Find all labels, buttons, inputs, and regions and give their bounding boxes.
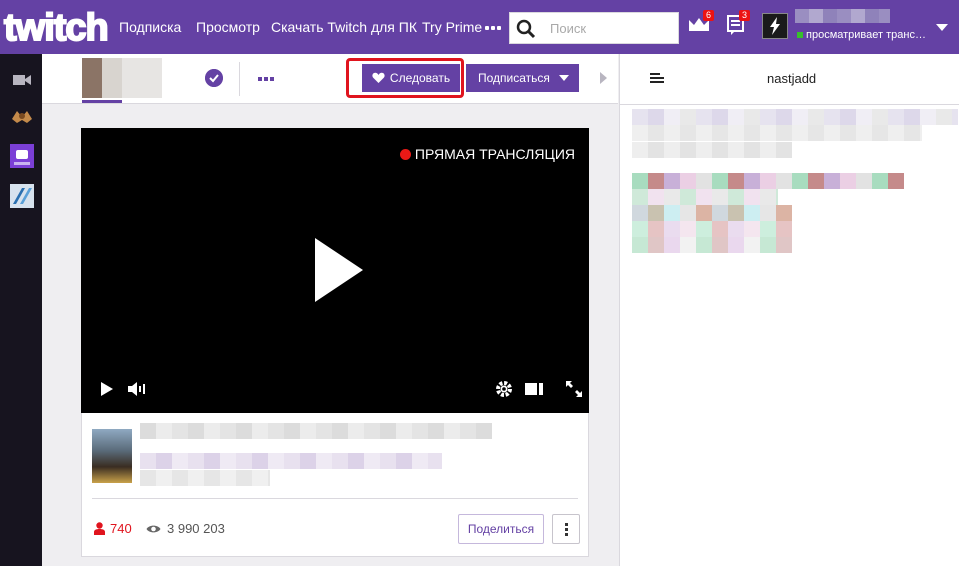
more-options-button[interactable] [552, 514, 580, 544]
chevron-down-icon [559, 75, 569, 81]
nav-link-browse[interactable]: Просмотр [196, 19, 260, 35]
lightning-icon [770, 17, 780, 35]
game-name-blurred[interactable] [140, 453, 442, 469]
channel-avatar-2[interactable] [10, 144, 34, 168]
video-camera-icon[interactable] [10, 68, 34, 92]
prime-loot-button[interactable]: 6 [688, 10, 714, 41]
twitch-logo[interactable]: twitch [2, 6, 110, 48]
channel-avatar-1[interactable] [10, 105, 34, 129]
viewer-count: 740 [94, 521, 132, 536]
chat-message-blurred [632, 173, 904, 189]
chat-message-blurred [632, 221, 792, 237]
chat-message-blurred [632, 142, 792, 158]
heart-icon [372, 72, 385, 83]
channel-more-icon[interactable] [258, 77, 274, 81]
chat-message-blurred [632, 205, 792, 221]
person-icon [94, 522, 105, 535]
nav-link-subscriptions[interactable]: Подписка [119, 19, 181, 35]
subscribe-label: Подписаться [478, 71, 550, 85]
user-name-blurred[interactable] [795, 9, 890, 23]
prime-badge: 6 [702, 10, 714, 21]
stream-info-card: 740 3 990 203 Поделиться [81, 413, 589, 557]
settings-gear-icon[interactable] [495, 380, 513, 398]
top-navigation: twitch Подписка Просмотр Скачать Twitch … [0, 0, 959, 54]
chevron-right-icon[interactable] [600, 72, 607, 84]
header-divider [239, 62, 240, 96]
search-input[interactable] [544, 13, 674, 43]
chat-message-blurred [632, 237, 792, 253]
live-label: ПРЯМАЯ ТРАНСЛЯЦИЯ [414, 146, 575, 162]
channel-header: Следовать Подписаться [42, 54, 618, 104]
viewer-count-value: 740 [110, 521, 132, 536]
chat-header: nastjadd [620, 54, 959, 105]
chat-message-blurred [632, 189, 778, 205]
online-dot-icon [797, 32, 803, 38]
info-divider [92, 498, 578, 499]
stream-title-blurred [140, 423, 492, 439]
notifications-badge: 3 [738, 10, 750, 21]
play-icon[interactable] [99, 380, 115, 398]
subscribe-button[interactable]: Подписаться [466, 64, 579, 92]
notifications-button[interactable]: 3 [726, 10, 750, 41]
channel-avatar-3[interactable] [10, 184, 34, 208]
eye-icon [146, 525, 161, 532]
total-views: 3 990 203 [146, 521, 225, 536]
search-box [509, 12, 679, 44]
chat-panel: nastjadd [619, 54, 959, 566]
user-menu-caret-icon[interactable] [936, 24, 948, 31]
chat-message-blurred [632, 125, 922, 141]
nav-link-try-prime[interactable]: Try Prime [422, 19, 482, 35]
follow-button[interactable]: Следовать [362, 64, 460, 92]
theatre-mode-icon[interactable] [524, 380, 544, 398]
total-views-value: 3 990 203 [167, 521, 225, 536]
more-menu-icon[interactable] [485, 26, 501, 30]
chat-list-icon[interactable] [650, 73, 664, 85]
user-status-text: просматривает транс… [806, 29, 926, 41]
user-avatar[interactable] [762, 13, 788, 39]
fullscreen-icon[interactable] [565, 380, 583, 398]
share-button[interactable]: Поделиться [458, 514, 544, 544]
stream-meta-blurred [140, 470, 270, 486]
verified-check-icon [205, 69, 223, 87]
chat-title: nastjadd [767, 71, 817, 86]
chat-message-blurred [632, 109, 958, 125]
volume-icon[interactable] [127, 380, 147, 398]
active-tab-indicator [82, 100, 122, 103]
video-player[interactable]: ПРЯМАЯ ТРАНСЛЯЦИЯ [81, 128, 589, 413]
channel-avatar-blurred[interactable] [82, 58, 162, 98]
big-play-icon[interactable] [315, 238, 363, 302]
user-status: просматривает транс… [797, 29, 926, 41]
game-box-art[interactable] [92, 429, 132, 483]
nav-link-download-app[interactable]: Скачать Twitch для ПК [271, 19, 417, 35]
left-sidebar [0, 54, 42, 566]
follow-label: Следовать [389, 71, 451, 85]
logo-text: twitch [4, 7, 108, 48]
live-dot-icon [399, 148, 411, 160]
search-icon[interactable] [516, 19, 536, 39]
live-indicator: ПРЯМАЯ ТРАНСЛЯЦИЯ [399, 146, 575, 162]
